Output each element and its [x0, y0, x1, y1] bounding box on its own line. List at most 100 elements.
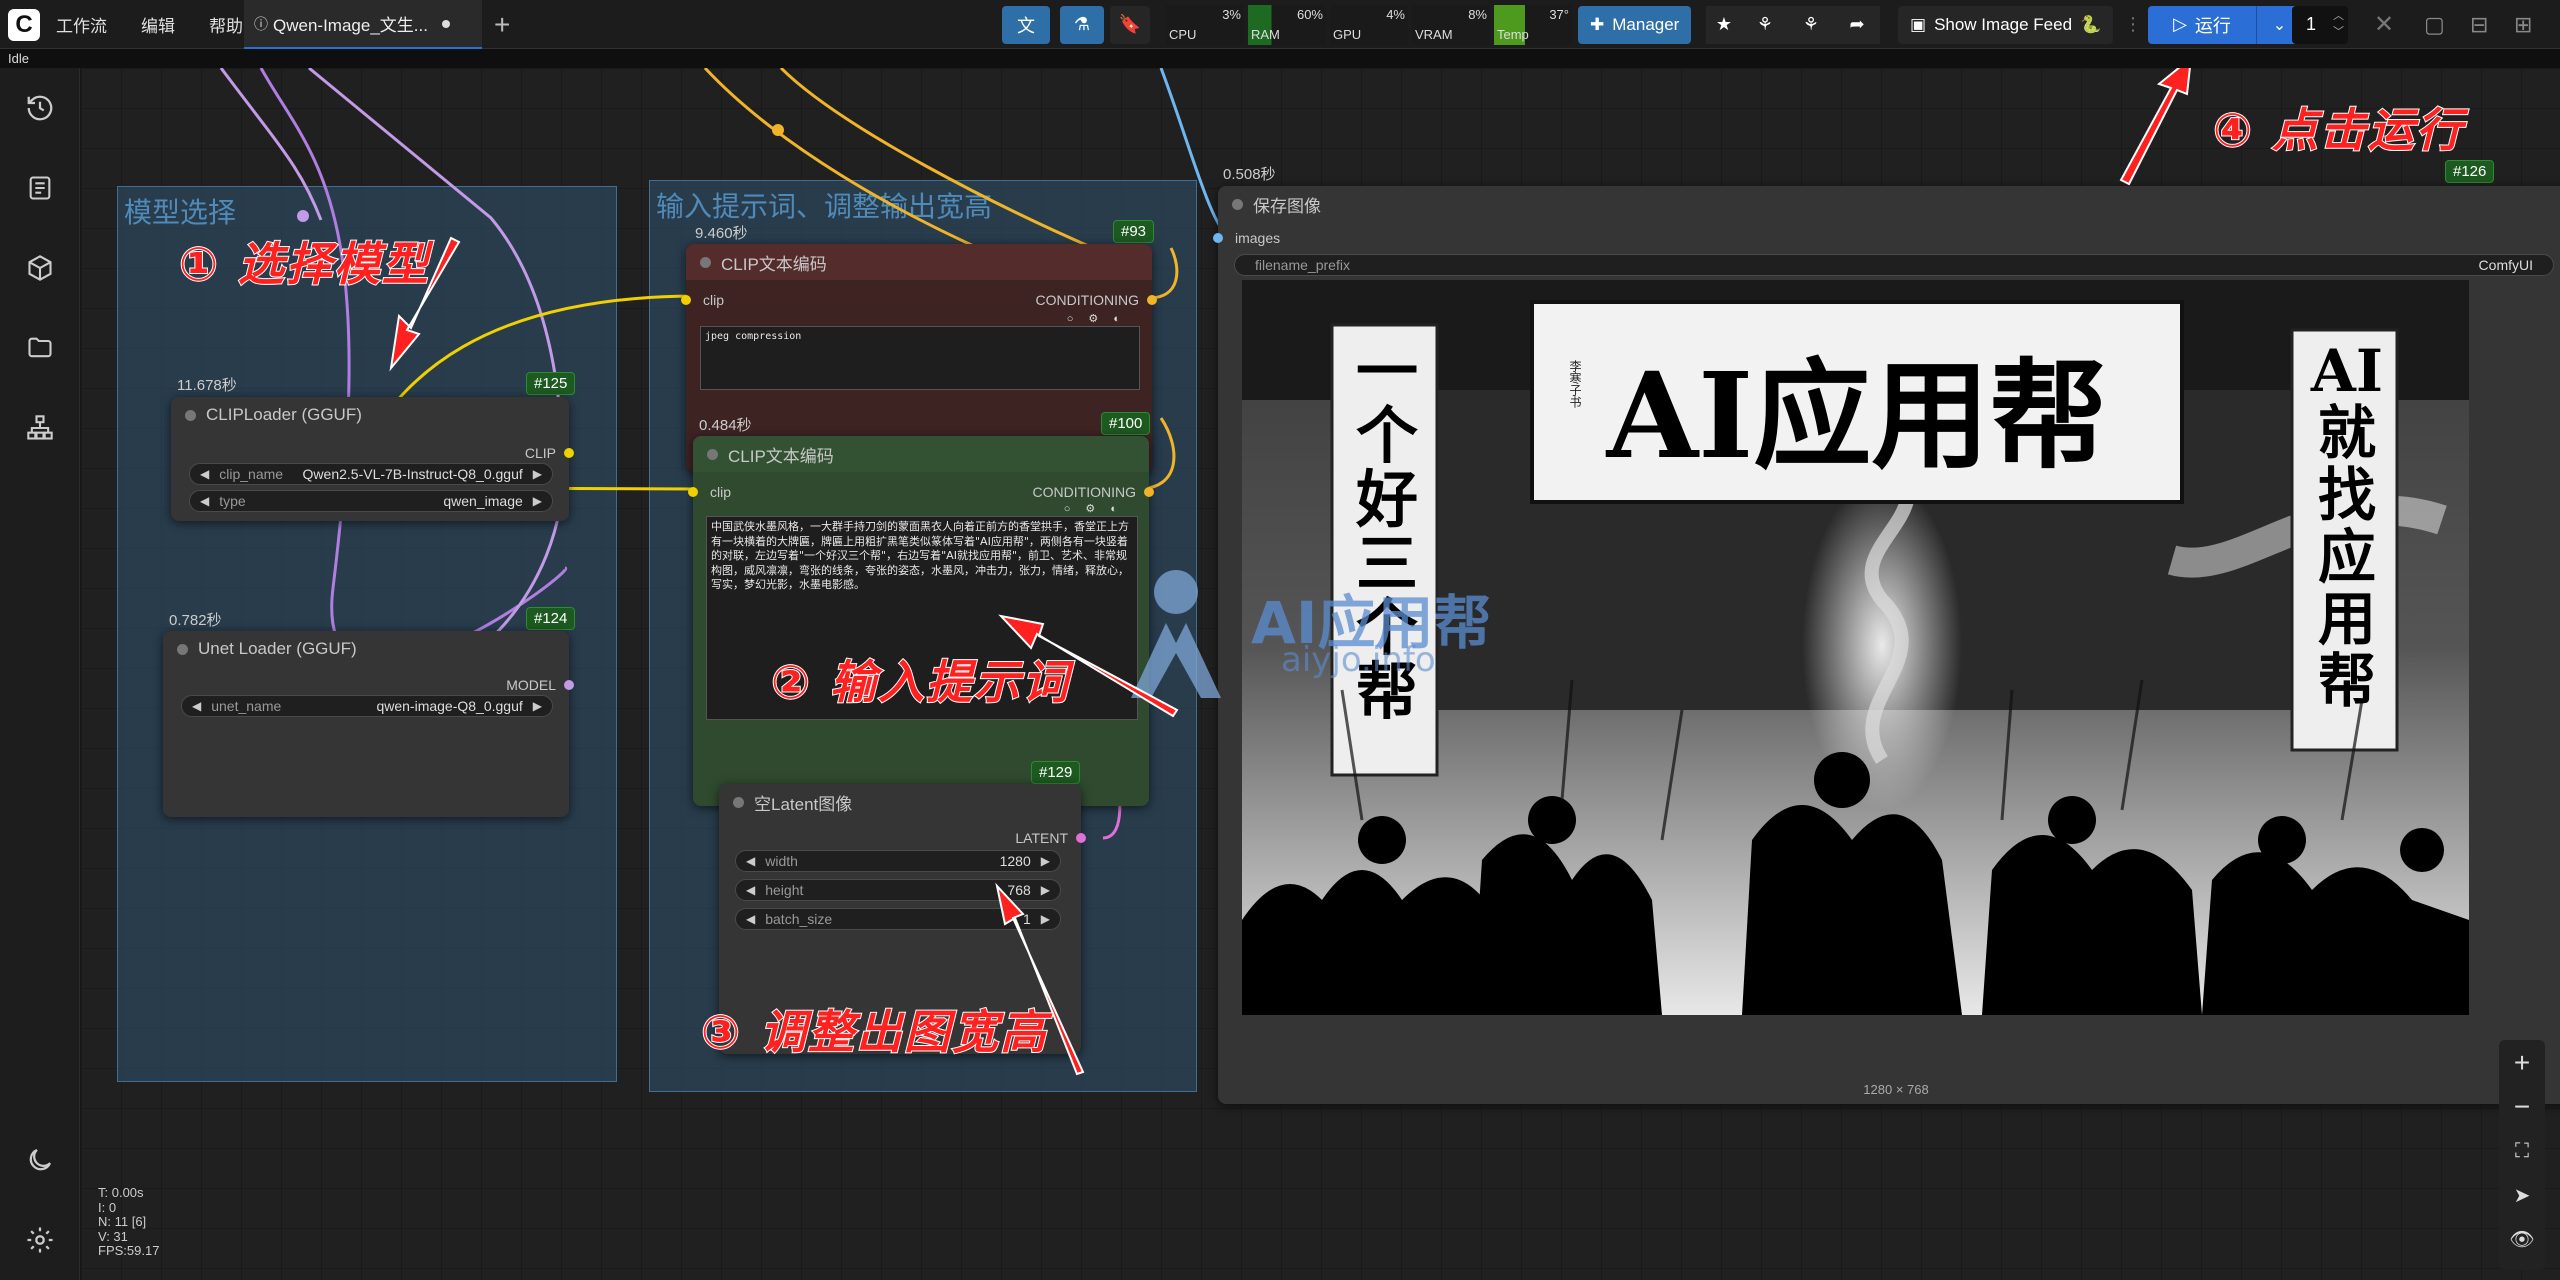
tab-title: Qwen-Image_文生... [273, 16, 428, 35]
top-toolbar: C 工作流 编辑 帮助 ⓘ Qwen-Image_文生... + 文 ⚗ 🔖 C… [0, 0, 2560, 49]
close-icon[interactable]: ✕ [2374, 0, 2394, 49]
status-bar: Idle [0, 49, 2560, 68]
collapse-dot-icon[interactable] [185, 409, 196, 421]
input-slot-clip[interactable]: clip [688, 484, 731, 500]
toggle-links-eye-icon[interactable]: 👁 [2505, 1222, 2539, 1256]
side-panel-icon[interactable]: ⊞ [2514, 0, 2532, 49]
vram-monitor: VRAM 8% [1412, 4, 1490, 45]
model-share-icon[interactable]: ⚘ [1788, 5, 1834, 44]
node-clip-text-positive[interactable]: CLIP文本编码 clip CONDITIONING ○ ⚙ ◐ 中国武侠水墨风… [688, 436, 1154, 806]
menu-help[interactable]: 帮助 [209, 12, 243, 37]
node-title: 保存图像 [1253, 196, 1321, 216]
node-exec-time: 0.484秒 [699, 417, 752, 434]
comfy-logo[interactable]: C [8, 0, 40, 49]
menu-workflow[interactable]: 工作流 [56, 12, 107, 37]
node-header[interactable]: CLIP文本编码 [686, 244, 1152, 280]
output-slot-latent[interactable]: LATENT [1015, 830, 1086, 846]
info-icon: ⓘ [254, 15, 268, 32]
watermark-logo [1121, 568, 1231, 698]
node-header[interactable]: 空Latent图像 [719, 784, 1081, 820]
annotation-step-4: ④ 点击运行 [2212, 102, 2464, 158]
watermark-subtext: aiyjo.info [1281, 640, 1436, 680]
node-title: CLIP文本编码 [721, 254, 827, 274]
queue-count-input[interactable]: 1 ︿ ﹀ [2292, 0, 2348, 49]
render-stats: T: 0.00s I: 0 N: 11 [6] V: 31 FPS:59.17 [98, 1185, 160, 1258]
collapse-dot-icon[interactable] [707, 448, 718, 460]
node-library-icon[interactable] [20, 408, 60, 448]
image-feed-icon: ▣ [1910, 14, 1927, 34]
fit-view-icon[interactable]: ⛶ [2505, 1134, 2539, 1168]
workflows-folder-icon[interactable] [20, 328, 60, 368]
node-exec-time: 0.508秒 [1223, 166, 1276, 183]
widget-unet-name[interactable]: ◀ unet_name qwen-image-Q8_0.gguf ▶ [181, 695, 553, 717]
manager-tools: ★ ⚘ ⚘ ➦ [1706, 0, 1880, 49]
theme-moon-icon[interactable] [20, 1140, 60, 1180]
star-icon[interactable]: ★ [1706, 5, 1742, 44]
collapse-dot-icon[interactable] [733, 796, 744, 808]
node-header[interactable]: Unet Loader (GGUF) [163, 631, 569, 667]
widget-batch-size[interactable]: ◀ batch_size 1 ▶ [735, 908, 1061, 930]
settings-gear-icon[interactable] [20, 1220, 60, 1260]
input-slot-clip[interactable]: clip [681, 292, 724, 308]
play-icon: ▷ [2173, 14, 2187, 34]
annotation-step-2: ② 输入提示词 [770, 654, 1070, 710]
bottom-panel-icon[interactable]: ⊟ [2470, 0, 2488, 49]
gpu-monitor: GPU 4% [1330, 4, 1408, 45]
input-slot-images[interactable]: images [1213, 230, 1280, 246]
node-title: CLIP文本编码 [728, 446, 834, 466]
prompt-textarea-negative[interactable]: jpeg compression [700, 326, 1140, 390]
node-id-badge: #129 [1031, 761, 1081, 784]
widget-height[interactable]: ◀ height 768 ▶ [735, 879, 1061, 901]
collapse-dot-icon[interactable] [1232, 198, 1243, 210]
add-tab-button[interactable]: + [494, 0, 510, 49]
workflow-graph-button[interactable]: ⚗ [1060, 0, 1104, 49]
translate-button[interactable]: 文 [1002, 0, 1050, 49]
widget-width[interactable]: ◀ width 1280 ▶ [735, 850, 1061, 872]
output-slot-conditioning[interactable]: CONDITIONING [1036, 292, 1157, 308]
node-header[interactable]: CLIPLoader (GGUF) [171, 397, 569, 433]
menu-edit[interactable]: 编辑 [141, 12, 175, 37]
history-icon[interactable] [20, 88, 60, 128]
resource-monitor: CPU 3% RAM 60% GPU 4% VRAM 8% Temp 37° [1166, 0, 1572, 49]
node-clip-loader[interactable]: CLIPLoader (GGUF) CLIP ◀ clip_name Qwen2.5… [171, 397, 574, 521]
temp-monitor: Temp 37° [1494, 4, 1572, 45]
model-download-icon[interactable]: ⚘ [1742, 5, 1788, 44]
node-header[interactable]: 保存图像 [1218, 186, 2560, 222]
zoom-out-icon[interactable]: − [2505, 1090, 2539, 1124]
run-button[interactable]: ▷ 运行 [2148, 0, 2256, 49]
tab-workflow[interactable]: ⓘ Qwen-Image_文生... [244, 0, 482, 49]
select-mode-icon[interactable]: ➤ [2505, 1178, 2539, 1212]
collapse-dot-icon[interactable] [177, 643, 188, 655]
unsaved-dot-icon [441, 19, 450, 28]
collapse-dot-icon[interactable] [700, 256, 711, 268]
widget-filename-prefix[interactable]: filename_prefix ComfyUI [1234, 254, 2554, 276]
share-arrow-icon[interactable]: ➦ [1834, 5, 1880, 44]
puzzle-icon: ✚ [1590, 14, 1605, 34]
node-id-badge: #93 [1113, 220, 1155, 243]
image-size-label: 1280 × 768 [1863, 1082, 1929, 1097]
manager-button[interactable]: ✚ Manager [1578, 0, 1692, 49]
model-library-icon[interactable] [20, 248, 60, 288]
show-image-feed-button[interactable]: ▣ Show Image Feed 🐍 [1898, 0, 2114, 49]
annotation-step-3: ③ 调整出图宽高 [700, 1004, 1048, 1060]
panel-toggle-icon[interactable]: ▢ [2424, 0, 2445, 49]
sidebar [0, 68, 80, 1280]
graph-canvas[interactable]: 模型选择 输入提示词、调整输出宽高 11.678秒 #125 CLIPLoade… [81, 68, 2560, 1280]
bookmark-button[interactable]: 🔖 [1110, 0, 1150, 49]
widget-clip-name[interactable]: ◀ clip_name Qwen2.5-VL-7B-Instruct-Q8_0.gg… [189, 463, 553, 485]
canvas-tools: + − ⛶ ➤ 👁 [2499, 1040, 2545, 1270]
output-slot-model[interactable]: MODEL [506, 677, 574, 693]
zoom-in-icon[interactable]: + [2505, 1046, 2539, 1080]
output-slot-clip[interactable]: CLIP [525, 445, 574, 461]
output-slot-conditioning[interactable]: CONDITIONING [1033, 484, 1154, 500]
node-title: Unet Loader (GGUF) [198, 639, 357, 658]
node-exec-time: 0.782秒 [169, 612, 222, 629]
node-badge-icons: ○ ⚙ ◐ [1063, 503, 1123, 515]
node-header[interactable]: CLIP文本编码 [693, 436, 1149, 472]
widget-type[interactable]: ◀ type qwen_image ▶ [189, 490, 553, 512]
node-unet-loader[interactable]: Unet Loader (GGUF) MODEL ◀ unet_name qwen-… [163, 631, 574, 817]
annotation-step-1: ① 选择模型 [178, 236, 430, 292]
queue-list-icon[interactable] [20, 168, 60, 208]
status-text: Idle [8, 51, 29, 66]
stepper-icon[interactable]: ︿ ﹀ [2333, 8, 2344, 40]
